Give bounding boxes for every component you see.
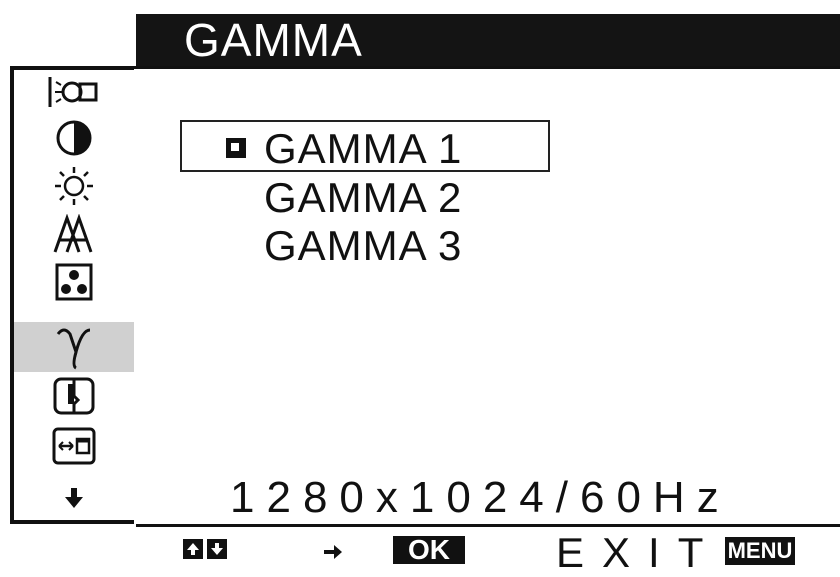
- contrast-icon[interactable]: [14, 118, 134, 158]
- menu-button[interactable]: MENU: [725, 537, 795, 565]
- gamma-option-2[interactable]: GAMMA 2: [264, 175, 462, 221]
- title-bar: GAMMA: [136, 14, 840, 66]
- ok-button[interactable]: OK: [393, 534, 465, 565]
- scroll-down-icon[interactable]: [14, 478, 134, 518]
- sharpness-icon[interactable]: [14, 214, 134, 254]
- resolution-readout: 1280x1024/60Hz: [230, 473, 731, 522]
- exit-label: EXIT: [556, 529, 722, 576]
- gamma-option-3[interactable]: GAMMA 3: [264, 223, 462, 269]
- control-bar: OK EXIT MENU: [136, 524, 840, 576]
- down-key-icon: [207, 539, 227, 559]
- gamma-option-1[interactable]: GAMMA 1: [264, 126, 462, 172]
- gamma-panel: GAMMA 1 GAMMA 2 GAMMA 3 1280x1024/60Hz: [134, 66, 840, 524]
- selected-checkbox-icon: [226, 138, 246, 158]
- page-title: GAMMA: [184, 14, 363, 66]
- color-icon[interactable]: [14, 262, 134, 302]
- position-icon[interactable]: [14, 426, 134, 466]
- up-key-icon: [183, 539, 203, 559]
- right-arrow-icon: [322, 533, 344, 571]
- gamma-icon[interactable]: [14, 322, 134, 372]
- backlight-icon[interactable]: [14, 72, 134, 112]
- zoom-icon[interactable]: [14, 376, 134, 416]
- menu-sidebar: [10, 66, 134, 524]
- brightness-icon[interactable]: [14, 166, 134, 206]
